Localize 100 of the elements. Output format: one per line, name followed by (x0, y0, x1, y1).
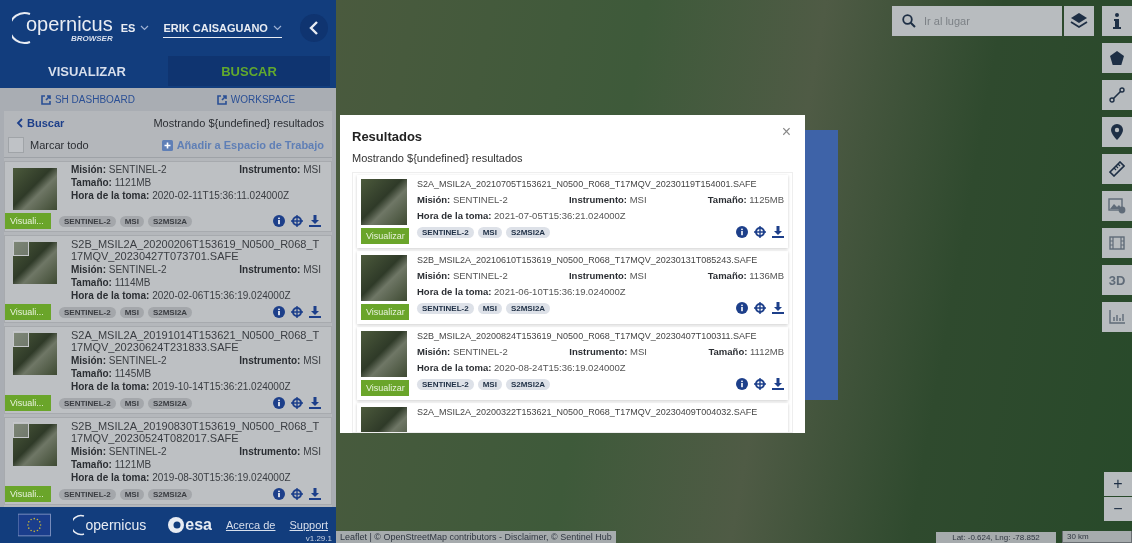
download-icon[interactable] (309, 488, 321, 500)
tag-chip: MSI (477, 302, 502, 314)
info-icon[interactable] (273, 397, 285, 409)
download-icon[interactable] (772, 226, 784, 238)
result-card[interactable]: Visualizar S2B_MSIL2A_20210610T153619_N0500_R068_T17MQV_20230131T085243.SAFE Misión: SENTINEL-2 Instrumento: MSI Tamaño: 1136MB Hora de la toma: 2021-06-10T15:36:19.024000Z SENTINEL-2 MSI S2MSI2A (357, 251, 788, 324)
time-field: Hora de la toma: 2020-08-24T15:36:19.024000Z (417, 362, 784, 373)
select-all-checkbox[interactable]: Marcar todo (8, 137, 89, 153)
result-card[interactable]: S2A_MSIL2A_20191014T153621_N0500_R068_T17MQV_20230624T231833.SAFE Misión: SENTINEL-2 Instrumento: MSI Tamaño: 1145MB Hora de la toma: 2019-10-14T15:36:21.024000Z Visuali... SENTINEL-2 MSI S2MSI2A (4, 326, 332, 414)
photo-placeholder (13, 333, 57, 375)
photo-placeholder (13, 242, 57, 284)
download-icon[interactable] (772, 378, 784, 390)
tag-chip: SENTINEL-2 (417, 302, 474, 314)
logo-subtitle: BROWSER (70, 33, 113, 43)
external-link-icon (216, 94, 227, 105)
search-icon (902, 14, 916, 28)
download-icon[interactable] (309, 215, 321, 227)
result-checkbox[interactable] (13, 422, 29, 438)
tag-chip: S2MSI2A (147, 306, 193, 318)
result-title: S2B_MSIL2A_20200824T153619_N0500_R068_T17MQV_20230407T100311.SAFE (417, 331, 758, 341)
logo-text: opernicus (26, 13, 113, 34)
size-field: Tamaño: 1121MB (71, 177, 321, 188)
esa-logo-icon (168, 517, 185, 533)
image-download-button[interactable] (1102, 191, 1132, 221)
external-link-icon (40, 94, 51, 105)
results-summary: Mostrando ${undefined} resultados (352, 152, 524, 164)
download-icon[interactable] (772, 302, 784, 314)
crosshair-icon[interactable] (291, 488, 303, 500)
mission-field: Misión: SENTINEL-2 (417, 194, 508, 205)
tag-chip: MSI (477, 226, 502, 238)
close-button[interactable]: × (779, 122, 793, 141)
user-dropdown[interactable]: ERIK CAISAGUANO (163, 18, 282, 38)
line-tool-button[interactable] (1102, 80, 1132, 110)
layers-button[interactable] (1064, 6, 1094, 36)
info-icon[interactable] (736, 226, 748, 238)
zoom-in-button[interactable]: + (1104, 472, 1132, 496)
crosshair-icon[interactable] (754, 302, 766, 314)
ruler-button[interactable] (1102, 154, 1132, 184)
result-card[interactable]: S2B_MSIL2A_20190830T153619_N0500_R068_T17MQV_20230524T082017.SAFE Misión: SENTINEL-2 Instrumento: MSI Tamaño: 1121MB Hora de la toma: 2019-08-30T15:36:19.024000Z Visuali... SENTINEL-2 MSI S2MSI2A (4, 417, 332, 505)
language-dropdown[interactable]: ES (120, 19, 150, 37)
tag-chip: SENTINEL-2 (59, 306, 116, 318)
tag-chip: MSI (477, 378, 502, 390)
result-checkbox[interactable] (13, 240, 29, 256)
time-field: Hora de la toma: 2021-07-05T15:36:21.024000Z (417, 210, 784, 221)
instrument-field: Instrumento: MSI (239, 264, 321, 275)
download-icon[interactable] (309, 306, 321, 318)
result-title: S2B_MSIL2A_20200206T153619_N0500_R068_T17MQV_20230427T073701.SAFE (71, 238, 321, 262)
crosshair-icon[interactable] (291, 306, 303, 318)
instrument-field: Instrumento: MSI (569, 270, 647, 281)
map-attribution: Leaflet | © OpenStreetMap contributors - Disclaimer, © Sentinel Hub (336, 531, 616, 543)
pin-tool-button[interactable] (1102, 117, 1132, 147)
line-segment-icon (1109, 87, 1125, 103)
chevron-left-icon (16, 118, 23, 128)
back-link[interactable]: Buscar (16, 117, 65, 129)
coordinates-label: Lat: -0.624, Lng: -78.852 (936, 532, 1056, 543)
size-field: Tamaño: 1114MB (71, 277, 321, 288)
info-icon[interactable] (273, 306, 285, 318)
info-button[interactable] (1102, 6, 1132, 36)
tag-chip: SENTINEL-2 (59, 215, 116, 227)
external-link[interactable]: SH DASHBOARD (40, 94, 135, 105)
result-card[interactable]: S2A_MSIL2A_20200322T153621_N0500_R068_T17MQV_20230409T004032.SAFE (357, 403, 788, 432)
esa-logo-text: esa (185, 516, 212, 534)
results-summary: Mostrando ${undefined} resultados (153, 117, 324, 129)
mission-field: Misión: SENTINEL-2 (71, 446, 167, 457)
instrument-field: Instrumento: MSI (239, 164, 321, 175)
tag-chip: S2MSI2A (147, 488, 193, 500)
result-card[interactable]: Visualizar S2A_MSIL2A_20210705T153621_N0500_R068_T17MQV_20230119T154001.SAFE Misión: SENTINEL-2 Instrumento: MSI Tamaño: 1125MB Hora de la toma: 2021-07-05T15:36:21.024000Z SENTINEL-2 MSI S2MSI2A (357, 175, 788, 248)
download-icon[interactable] (309, 397, 321, 409)
result-title: S2B_MSIL2A_20210610T153619_N0500_R068_T17MQV_20230131T085243.SAFE (417, 255, 759, 265)
result-checkbox[interactable] (13, 331, 29, 347)
external-link[interactable]: WORKSPACE (216, 94, 296, 105)
result-title: S2B_MSIL2A_20190830T153619_N0500_R068_T17MQV_20230524T082017.SAFE (71, 420, 321, 444)
result-card[interactable]: Misión: SENTINEL-2 Instrumento: MSI Tamaño: 1121MB Hora de la toma: 2020-02-11T15:36:11.024000Z Visuali... SENTINEL-2 MSI S2MSI2A (4, 161, 332, 232)
mission-field: Misión: SENTINEL-2 (417, 346, 508, 357)
crosshair-icon[interactable] (291, 215, 303, 227)
size-field: Tamaño: 1125MB (707, 194, 784, 205)
result-card[interactable]: Visualizar S2B_MSIL2A_20200824T153619_N0500_R068_T17MQV_20230407T100311.SAFE Misión: SENTINEL-2 Instrumento: MSI Tamaño: 1112MB Hora de la toma: 2020-08-24T15:36:19.024000Z SENTINEL-2 MSI S2MSI2A (357, 327, 788, 400)
crosshair-icon[interactable] (291, 397, 303, 409)
crosshair-icon[interactable] (754, 226, 766, 238)
map-pin-icon (1111, 124, 1123, 140)
footer-link[interactable]: Support (289, 519, 328, 531)
info-icon[interactable] (736, 302, 748, 314)
footer-link[interactable]: Acerca de (225, 519, 276, 531)
plus-square-icon (161, 139, 173, 151)
tag-chip: SENTINEL-2 (59, 397, 116, 409)
tag-chip: SENTINEL-2 (59, 488, 116, 500)
chevron-down-icon (272, 24, 282, 31)
polygon-tool-button[interactable] (1102, 43, 1132, 73)
tag-chip: S2MSI2A (147, 215, 193, 227)
info-icon[interactable] (273, 215, 285, 227)
crosshair-icon[interactable] (754, 378, 766, 390)
result-title: S2A_MSIL2A_20191014T153621_N0500_R068_T17MQV_20230624T231833.SAFE (71, 329, 321, 353)
collapse-button[interactable] (300, 14, 328, 42)
info-icon[interactable] (273, 488, 285, 500)
search-field[interactable]: Ir al lugar (892, 6, 1062, 36)
zoom-out-button[interactable]: − (1104, 497, 1132, 521)
info-icon[interactable] (736, 378, 748, 390)
time-field: Hora de la toma: 2019-08-30T15:36:19.024000Z (71, 472, 321, 483)
tag-chip: S2MSI2A (505, 302, 551, 314)
tab[interactable]: BUSCAR (168, 56, 330, 86)
result-card[interactable]: S2B_MSIL2A_20200206T153619_N0500_R068_T17MQV_20230427T073701.SAFE Misión: SENTINEL-2 Instrumento: MSI Tamaño: 1114MB Hora de la toma: 2020-02-06T15:36:19.024000Z Visuali... SENTINEL-2 MSI S2MSI2A (4, 235, 332, 323)
